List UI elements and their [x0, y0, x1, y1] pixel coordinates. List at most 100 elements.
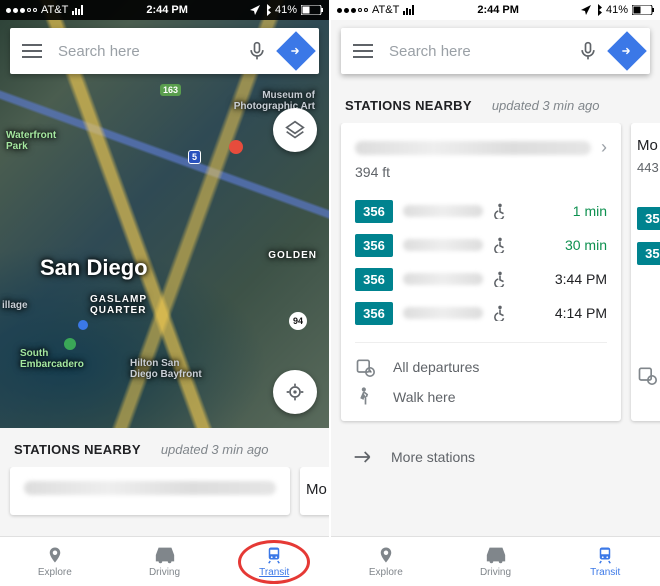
panel-updated: updated 3 min ago — [492, 98, 600, 113]
layers-button[interactable] — [273, 108, 317, 152]
departure-row[interactable]: 3561 min — [355, 194, 607, 228]
station-card-peek[interactable]: Mo 443 356 356 — [631, 123, 660, 421]
departure-row[interactable]: 356 4:14 PM — [355, 296, 607, 330]
highway-shield: 94 — [289, 312, 307, 330]
schedule-icon — [355, 357, 375, 377]
carrier-label: AT&T — [372, 4, 399, 16]
tab-label: Driving — [480, 567, 511, 578]
tab-driving[interactable]: Driving — [441, 537, 551, 586]
accessible-icon — [493, 203, 507, 219]
walk-here-row[interactable]: Walk here — [355, 377, 607, 407]
chevron-right-icon[interactable]: › — [601, 137, 607, 158]
tab-transit[interactable]: Transit — [550, 537, 660, 586]
departure-eta: 1 min — [573, 203, 607, 219]
neighborhood-label: illage — [2, 300, 28, 311]
more-stations-label: More stations — [391, 449, 475, 465]
battery-percent: 41% — [275, 4, 297, 16]
station-name-redacted — [355, 141, 591, 155]
station-name-peek: Mo — [306, 481, 329, 498]
walk-icon — [355, 387, 375, 407]
map-pin-icon[interactable] — [229, 140, 243, 154]
departure-eta: 4:14 PM — [555, 305, 607, 321]
station-dist-peek: 443 — [637, 160, 660, 175]
map-pin-icon[interactable] — [64, 338, 76, 350]
all-departures-row[interactable]: All departures — [355, 342, 607, 377]
departure-row[interactable]: 356 30 min — [355, 228, 607, 262]
poi-label: Hilton San Diego Bayfront — [130, 358, 202, 380]
status-bar: AT&T 2:44 PM 41% — [331, 0, 660, 20]
stations-panel-expanded[interactable]: STATIONS NEARBY updated 3 min ago › 394 … — [331, 84, 660, 536]
all-departures-label: All departures — [393, 359, 479, 375]
status-time: 2:44 PM — [84, 4, 250, 16]
search-bar[interactable]: Search here — [10, 28, 319, 74]
accessible-icon — [493, 305, 507, 321]
status-bar: AT&T 2:44 PM 41% — [0, 0, 329, 20]
tab-label: Transit — [590, 567, 620, 578]
bottom-nav: Explore Driving Transit — [0, 536, 329, 586]
location-icon — [581, 5, 591, 15]
directions-button[interactable] — [608, 32, 646, 70]
directions-button[interactable] — [277, 32, 315, 70]
location-icon — [250, 5, 260, 15]
neighborhood-label: GASLAMP QUARTER — [90, 294, 147, 316]
battery-icon — [632, 5, 654, 15]
more-stations-row[interactable]: More stations — [331, 431, 660, 483]
station-distance: 394 ft — [355, 164, 607, 180]
search-input[interactable]: Search here — [389, 43, 568, 60]
city-label: San Diego — [40, 255, 148, 281]
route-badge: 356 — [637, 242, 660, 265]
battery-percent: 41% — [606, 4, 628, 16]
highway-shield: 163 — [160, 84, 181, 96]
voice-search-icon[interactable] — [578, 41, 598, 61]
battery-icon — [301, 5, 323, 15]
tab-label: Explore — [369, 567, 403, 578]
departure-row[interactable]: 356 3:44 PM — [355, 262, 607, 296]
search-bar[interactable]: Search here — [341, 28, 650, 74]
station-card[interactable]: › 394 ft 3561 min 356 30 min 356 3:44 PM 356 4… — [341, 123, 621, 421]
park-label: South Embarcadero — [20, 348, 84, 370]
phone-screenshot-left: AT&T 2:44 PM 41% San Diego GASLAMP QUART… — [0, 0, 329, 586]
destination-redacted — [403, 205, 483, 217]
station-card[interactable] — [10, 467, 290, 515]
search-input[interactable]: Search here — [58, 43, 237, 60]
stations-panel[interactable]: STATIONS NEARBY updated 3 min ago Mo — [0, 428, 329, 525]
panel-updated: updated 3 min ago — [161, 442, 269, 457]
destination-redacted — [403, 307, 483, 319]
station-card-peek[interactable]: Mo — [300, 467, 329, 515]
schedule-icon — [637, 365, 660, 385]
tab-label: Explore — [38, 567, 72, 578]
phone-screenshot-right: AT&T 2:44 PM 41% Search here STATIONS NE… — [331, 0, 660, 586]
station-name-redacted — [24, 481, 276, 495]
menu-icon[interactable] — [22, 44, 42, 58]
my-location-button[interactable] — [273, 370, 317, 414]
neighborhood-label: GOLDEN — [268, 250, 317, 261]
park-label: Waterfront Park — [6, 130, 56, 152]
tab-driving[interactable]: Driving — [110, 537, 220, 586]
accessible-icon — [493, 237, 507, 253]
map-pin-icon[interactable] — [78, 320, 88, 330]
route-badge: 356 — [355, 302, 393, 325]
status-time: 2:44 PM — [415, 4, 581, 16]
tab-explore[interactable]: Explore — [0, 537, 110, 586]
accessible-icon — [493, 271, 507, 287]
panel-title: STATIONS NEARBY — [14, 442, 141, 457]
tab-label: Transit — [259, 567, 289, 578]
route-badge: 356 — [355, 268, 393, 291]
bluetooth-icon — [595, 4, 602, 16]
bottom-nav: Explore Driving Transit — [331, 536, 660, 586]
panel-title: STATIONS NEARBY — [345, 98, 472, 113]
departure-eta: 3:44 PM — [555, 271, 607, 287]
destination-redacted — [403, 239, 483, 251]
voice-search-icon[interactable] — [247, 41, 267, 61]
arrow-right-icon — [353, 450, 373, 464]
departure-eta: 30 min — [565, 237, 607, 253]
tab-transit[interactable]: Transit — [219, 537, 329, 586]
route-badge: 356 — [355, 234, 393, 257]
destination-redacted — [403, 273, 483, 285]
bluetooth-icon — [264, 4, 271, 16]
menu-icon[interactable] — [353, 44, 373, 58]
walk-label: Walk here — [393, 389, 456, 405]
carrier-label: AT&T — [41, 4, 68, 16]
route-badge: 356 — [637, 207, 660, 230]
tab-explore[interactable]: Explore — [331, 537, 441, 586]
